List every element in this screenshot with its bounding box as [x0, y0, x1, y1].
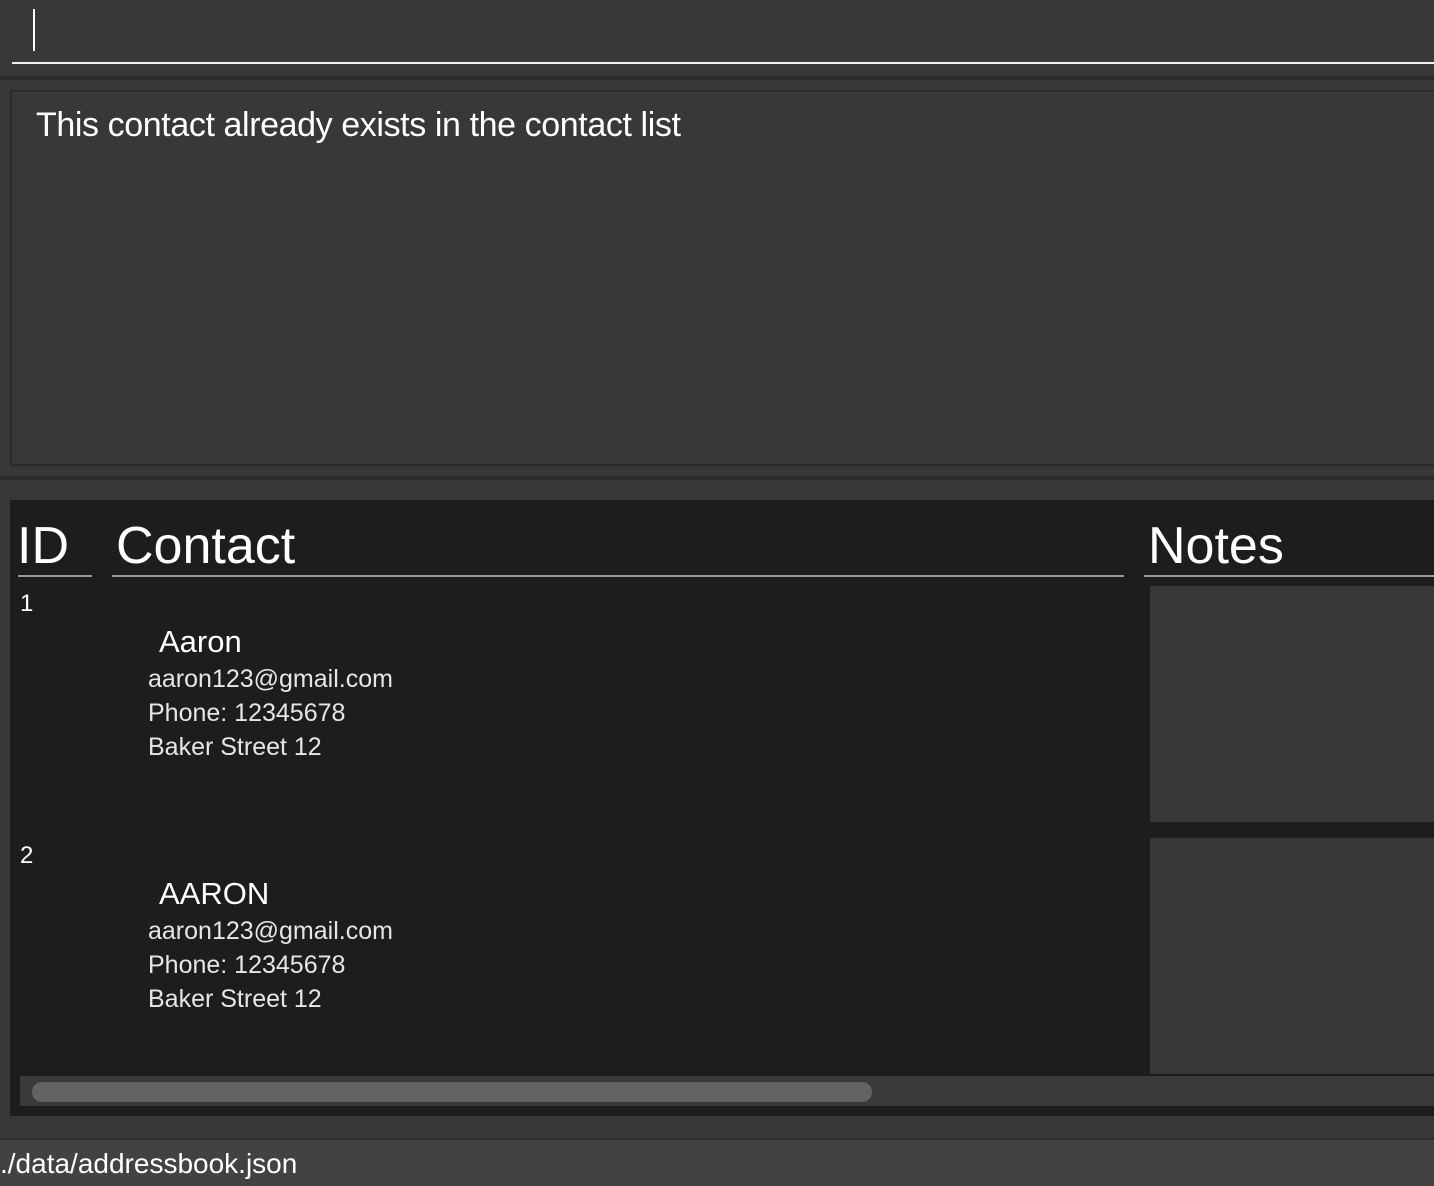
contact-name: Aaron — [159, 624, 242, 659]
command-box[interactable] — [12, 0, 1434, 64]
notes-box[interactable] — [1150, 586, 1434, 822]
contact-list-panel: ID Contact Notes 1 Aaron aaron123@gmail.… — [10, 500, 1434, 1116]
horizontal-scrollbar[interactable] — [20, 1076, 1434, 1106]
contact-phone: Phone: 12345678 — [148, 951, 346, 979]
notes-column-header: Notes — [1148, 517, 1284, 575]
command-input[interactable] — [36, 10, 1420, 52]
scrollbar-thumb[interactable] — [32, 1082, 872, 1102]
contact-id: 2 — [20, 842, 34, 869]
contact-email: aaron123@gmail.com — [148, 917, 393, 945]
contact-column-header: Contact — [116, 517, 296, 575]
pane-divider[interactable] — [0, 76, 1434, 80]
pane-divider[interactable] — [0, 476, 1434, 480]
result-message: This contact already exists in the conta… — [36, 106, 681, 144]
contact-phone: Phone: 12345678 — [148, 699, 346, 727]
status-bar: ./data/addressbook.json — [0, 1138, 1434, 1186]
notes-box[interactable] — [1150, 838, 1434, 1074]
id-header-underline — [18, 575, 92, 577]
contact-card[interactable]: Aaron aaron123@gmail.com Phone: 12345678… — [148, 624, 848, 764]
contact-header-underline — [112, 575, 1124, 577]
id-column-header: ID — [17, 517, 69, 575]
address-book-window: This contact already exists in the conta… — [0, 0, 1434, 1186]
save-file-path: ./data/addressbook.json — [0, 1148, 298, 1179]
text-caret — [33, 9, 35, 51]
contact-email: aaron123@gmail.com — [148, 665, 393, 693]
notes-header-underline — [1144, 575, 1434, 577]
result-display: This contact already exists in the conta… — [10, 90, 1434, 466]
contact-address: Baker Street 12 — [148, 733, 322, 761]
contact-address: Baker Street 12 — [148, 985, 322, 1013]
contact-name: AARON — [159, 876, 270, 911]
contact-card[interactable]: AARON aaron123@gmail.com Phone: 12345678… — [148, 876, 848, 1016]
contact-id: 1 — [20, 590, 34, 617]
